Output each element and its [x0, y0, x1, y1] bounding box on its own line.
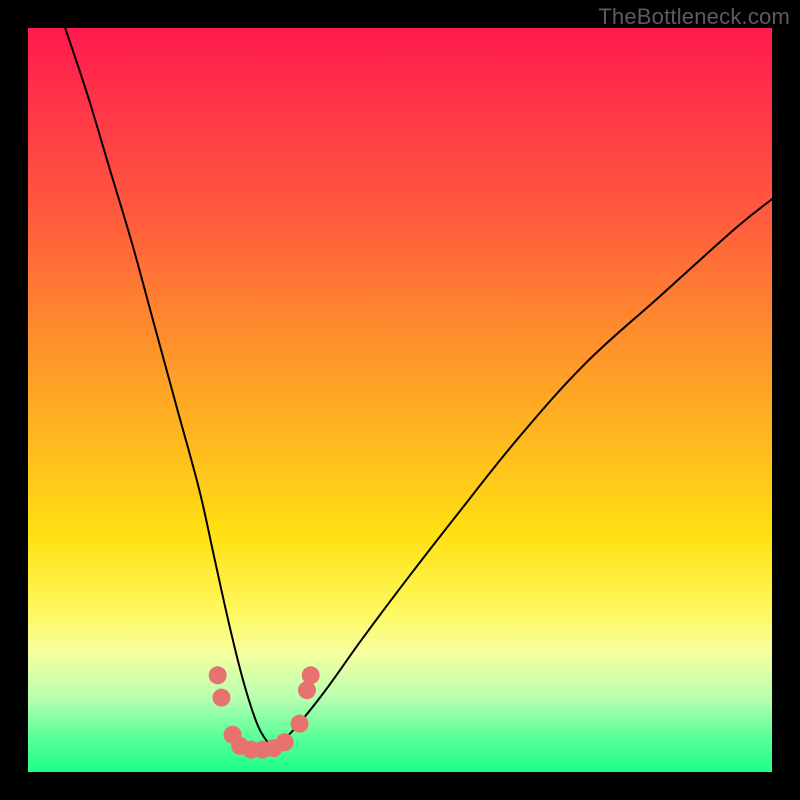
chart-frame: TheBottleneck.com [0, 0, 800, 800]
watermark-text: TheBottleneck.com [598, 4, 790, 30]
curves-svg [28, 28, 772, 772]
threshold-marker [276, 733, 294, 751]
curve-right-branch [274, 199, 772, 750]
threshold-marker [209, 666, 227, 684]
curve-left-branch [65, 28, 273, 750]
plot-area [28, 28, 772, 772]
threshold-markers [209, 666, 320, 758]
threshold-marker [291, 715, 309, 733]
threshold-marker [212, 689, 230, 707]
threshold-marker [302, 666, 320, 684]
